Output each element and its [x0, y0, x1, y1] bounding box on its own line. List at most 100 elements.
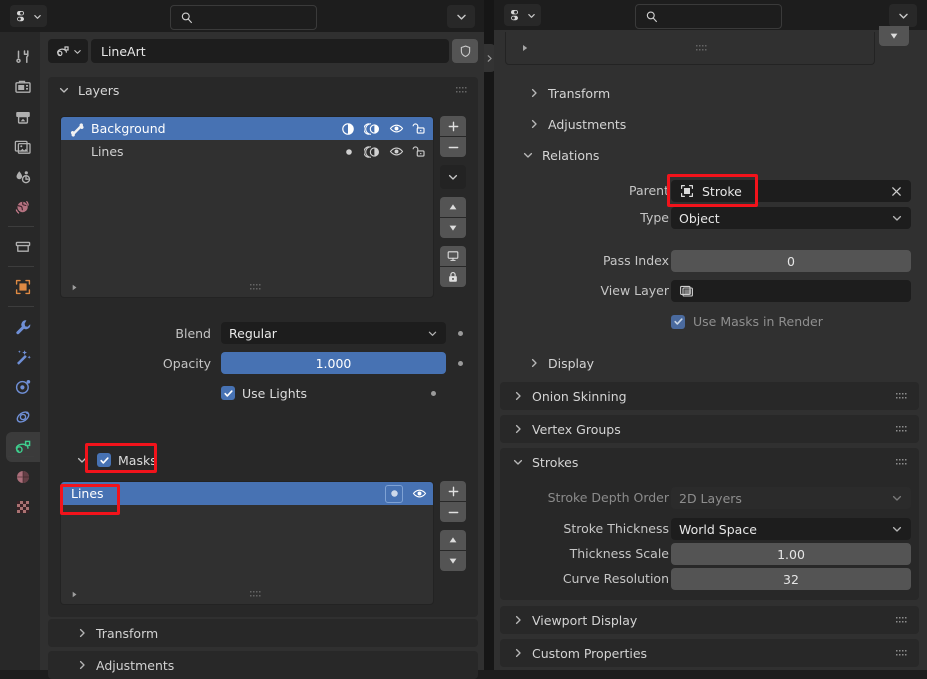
lock-layer-button[interactable]	[440, 267, 466, 287]
unlocked-icon[interactable]	[412, 144, 427, 159]
editor-splitter[interactable]	[484, 0, 494, 670]
drag-grip-icon[interactable]	[250, 283, 262, 292]
physics-tab[interactable]	[6, 402, 40, 432]
eye-icon[interactable]	[389, 121, 404, 136]
add-layer-button[interactable]	[440, 116, 466, 136]
mask-row[interactable]: Lines	[61, 482, 433, 505]
drag-grip-icon[interactable]	[896, 458, 909, 467]
triangle-right-icon[interactable]	[520, 43, 530, 53]
view-layer-field[interactable]	[671, 280, 911, 302]
datablock-name-field[interactable]: LineArt	[91, 39, 449, 63]
output-tab[interactable]	[6, 102, 40, 132]
texture-tab[interactable]	[6, 492, 40, 522]
masks-list[interactable]: Lines	[60, 481, 434, 605]
panel-header-strokes[interactable]: Strokes	[500, 448, 919, 476]
effects-tab[interactable]	[6, 342, 40, 372]
remove-layer-button[interactable]	[440, 137, 466, 157]
images-icon	[13, 137, 33, 157]
modifiers-tab[interactable]	[6, 312, 40, 342]
right-scrolled-side-button[interactable]	[879, 26, 909, 46]
fake-user-shield-button[interactable]	[452, 39, 478, 63]
circle-filled-icon[interactable]	[385, 484, 403, 503]
use-lights-checkbox[interactable]: Use Lights	[221, 386, 307, 401]
strokes-field-3[interactable]: 32	[671, 568, 911, 590]
collection-tab[interactable]	[6, 232, 40, 262]
masks-checkbox[interactable]	[97, 453, 111, 467]
drag-grip-icon[interactable]	[896, 649, 909, 658]
add-mask-button[interactable]	[440, 481, 466, 501]
blend-dropdown[interactable]: Regular	[221, 322, 446, 344]
layer-specials-menu-button[interactable]	[440, 165, 466, 189]
drag-grip-icon[interactable]	[696, 44, 708, 53]
move-mask-up-button[interactable]	[440, 530, 466, 550]
right-editor-type-button[interactable]	[504, 4, 541, 26]
x-icon[interactable]	[890, 185, 903, 198]
object-data-tab[interactable]	[6, 432, 40, 462]
panel-title: Transform	[96, 625, 159, 641]
opacity-slider[interactable]: 1.000	[221, 352, 446, 374]
layer-row[interactable]: Background	[61, 117, 433, 140]
panel-header-viewport-display[interactable]: Viewport Display	[500, 606, 919, 634]
move-mask-down-button[interactable]	[440, 551, 466, 571]
panel-header-transform[interactable]: Transform	[48, 619, 478, 647]
panel-header-transform[interactable]: Transform	[500, 79, 919, 107]
masks-panel-header[interactable]: Masks	[48, 447, 478, 473]
texture-checker-icon	[13, 497, 33, 517]
parent-field[interactable]: Stroke	[671, 180, 911, 202]
panel-header-relations[interactable]: Relations	[500, 141, 919, 169]
datablock-type-button[interactable]	[48, 39, 88, 63]
dot-icon[interactable]	[341, 145, 356, 159]
onion-skin-icon[interactable]	[364, 144, 381, 160]
animate-dot-icon[interactable]	[458, 330, 463, 336]
panel-header-adjustments[interactable]: Adjustments	[500, 110, 919, 138]
material-tab[interactable]	[6, 462, 40, 492]
left-search-field[interactable]	[170, 5, 317, 30]
pass-index-field[interactable]: 0	[671, 250, 911, 272]
chevron-right-icon	[528, 118, 540, 130]
layers-list[interactable]: Background Lines	[60, 116, 434, 298]
eye-icon[interactable]	[412, 486, 427, 501]
remove-mask-button[interactable]	[440, 502, 466, 522]
isolate-layer-button[interactable]	[440, 246, 466, 266]
layer-row[interactable]: Lines	[61, 140, 433, 163]
left-search-input[interactable]	[199, 9, 316, 26]
object-tab[interactable]	[6, 272, 40, 302]
panel-header-custom-properties[interactable]: Custom Properties	[500, 639, 919, 667]
triangle-right-icon[interactable]	[70, 283, 79, 292]
right-search-field[interactable]	[635, 4, 782, 29]
drag-grip-icon[interactable]	[896, 425, 909, 434]
type-dropdown[interactable]: Object	[671, 207, 911, 229]
strokes-field-2[interactable]: 1.00	[671, 543, 911, 565]
right-header-overflow-button[interactable]	[889, 4, 917, 27]
panel-header-onion-skinning[interactable]: Onion Skinning	[500, 382, 919, 410]
layers-panel-header[interactable]: Layers	[48, 77, 478, 103]
panel-header-display[interactable]: Display	[500, 349, 919, 377]
particles-tab[interactable]	[6, 372, 40, 402]
render-tab[interactable]	[6, 72, 40, 102]
left-editor-type-button[interactable]	[10, 5, 47, 27]
animate-dot-icon[interactable]	[431, 390, 436, 396]
layer-mask-icon[interactable]	[340, 121, 356, 137]
panel-header-vertex-groups[interactable]: Vertex Groups	[500, 415, 919, 443]
unlocked-icon[interactable]	[412, 121, 427, 136]
drag-grip-icon[interactable]	[896, 392, 909, 401]
view-layer-tab[interactable]	[6, 132, 40, 162]
scene-tab[interactable]	[6, 162, 40, 192]
move-layer-up-button[interactable]	[440, 197, 466, 217]
drag-grip-icon[interactable]	[896, 616, 909, 625]
animate-dot-icon[interactable]	[458, 360, 463, 366]
drag-grip-icon[interactable]	[456, 86, 468, 95]
chevron-right-icon	[528, 87, 540, 99]
strokes-field-1[interactable]: World Space	[671, 518, 911, 540]
tool-tab[interactable]	[6, 42, 40, 72]
onion-skin-icon[interactable]	[364, 121, 381, 137]
layers-list-side-buttons	[440, 116, 470, 287]
panel-header-adjustments[interactable]: Adjustments	[48, 651, 478, 679]
eye-icon[interactable]	[389, 144, 404, 159]
left-header-overflow-button[interactable]	[447, 5, 475, 28]
right-search-input[interactable]	[664, 8, 781, 25]
drag-grip-icon[interactable]	[250, 590, 262, 599]
world-tab[interactable]	[6, 192, 40, 222]
move-layer-down-button[interactable]	[440, 218, 466, 238]
triangle-right-icon[interactable]	[70, 590, 79, 599]
